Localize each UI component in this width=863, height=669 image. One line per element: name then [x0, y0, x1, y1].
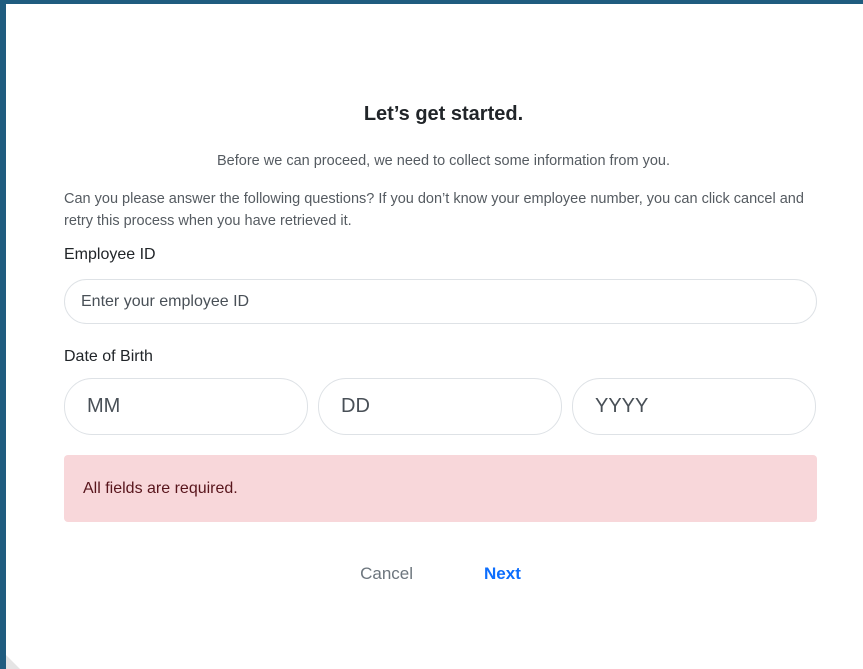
cancel-button[interactable]: Cancel — [352, 560, 421, 588]
dialog-instructions: Can you please answer the following ques… — [64, 191, 804, 229]
validation-alert: All fields are required. — [64, 455, 817, 522]
dialog-title: Let’s get started. — [363, 103, 524, 125]
dialog-lead-text: Before we can proceed, we need to collec… — [217, 153, 670, 169]
date-of-birth-fields — [64, 378, 817, 435]
date-of-birth-label: Date of Birth — [64, 348, 153, 365]
corner-decoration — [6, 655, 20, 669]
dialog-actions: Cancel Next — [64, 560, 817, 588]
next-button[interactable]: Next — [476, 560, 529, 588]
window-frame: Let’s get started. Before we can proceed… — [0, 0, 863, 669]
employee-id-input[interactable] — [64, 279, 817, 324]
dob-day-input[interactable] — [318, 378, 562, 435]
get-started-dialog: Let’s get started. Before we can proceed… — [64, 100, 823, 588]
employee-id-label: Employee ID — [64, 246, 156, 263]
dob-year-input[interactable] — [572, 378, 816, 435]
dob-month-input[interactable] — [64, 378, 308, 435]
validation-alert-message: All fields are required. — [83, 479, 238, 497]
